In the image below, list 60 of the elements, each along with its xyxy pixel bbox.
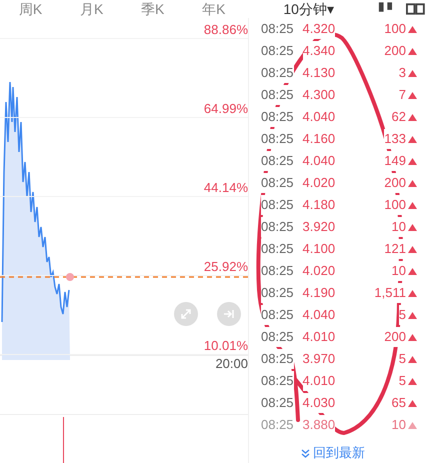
trade-volume: 10: [392, 261, 406, 281]
up-triangle-icon: [408, 158, 417, 164]
up-triangle-icon: [408, 312, 417, 318]
trade-price: 4.030: [302, 393, 336, 413]
trade-time: 08:25: [261, 107, 294, 127]
up-triangle-icon: [408, 26, 417, 32]
up-triangle-icon: [408, 136, 417, 142]
trade-time: 08:25: [261, 129, 294, 149]
price-dot-icon: [66, 273, 74, 281]
trade-time: 08:25: [261, 349, 294, 369]
up-triangle-icon: [408, 268, 417, 274]
arrow-to-end-icon: [223, 308, 235, 320]
up-triangle-icon: [408, 180, 417, 186]
trade-time: 08:25: [261, 63, 294, 83]
trade-time: 08:25: [261, 327, 294, 347]
axis-label: 25.92%: [0, 259, 248, 276]
layout-icon[interactable]: [406, 2, 425, 14]
trade-volume: 10: [392, 217, 406, 237]
up-triangle-icon: [408, 334, 417, 340]
trade-volume: 149: [384, 151, 406, 171]
up-triangle-icon: [408, 48, 417, 54]
up-triangle-icon: [408, 92, 417, 98]
time-axis-label: 20:00: [214, 356, 248, 372]
back-to-latest-button[interactable]: 回到最新: [301, 445, 365, 461]
up-triangle-icon: [408, 378, 417, 384]
up-triangle-icon: [408, 422, 417, 428]
trade-time: 08:25: [261, 195, 294, 215]
period-tab[interactable]: 10分钟▾: [283, 0, 378, 18]
up-triangle-icon: [408, 246, 417, 252]
axis-label: 10.01%: [0, 338, 248, 355]
period-tab[interactable]: 年K: [183, 0, 244, 18]
up-triangle-icon: [408, 224, 417, 230]
double-chevron-icon: [301, 448, 310, 458]
up-triangle-icon: [408, 400, 417, 406]
trade-volume: 121: [384, 239, 406, 259]
trade-volume: 133: [384, 129, 406, 149]
trade-volume: 100: [384, 195, 406, 215]
axis-label: 64.99%: [0, 101, 248, 118]
trade-volume: 200: [384, 327, 406, 347]
trade-volume: 200: [384, 173, 406, 193]
trade-time: 08:25: [261, 217, 294, 237]
trade-time: 08:25: [261, 85, 294, 105]
up-triangle-icon: [408, 114, 417, 120]
trade-time: 08:25: [261, 371, 294, 391]
axis-label: 44.14%: [0, 180, 248, 197]
up-triangle-icon: [408, 202, 417, 208]
trade-time: 08:25: [261, 305, 294, 325]
up-triangle-icon: [408, 290, 417, 296]
up-triangle-icon: [408, 70, 417, 76]
trade-time: 08:25: [261, 173, 294, 193]
trade-time: 08:25: [261, 151, 294, 171]
trade-volume: 1,511: [374, 283, 406, 303]
up-triangle-icon: [408, 356, 417, 362]
axis-label: 88.86%: [0, 22, 248, 39]
candlestick-icon[interactable]: [377, 2, 394, 14]
period-tab[interactable]: 周K: [0, 0, 62, 18]
period-tab[interactable]: 季K: [122, 0, 184, 18]
trade-price: 4.340: [302, 41, 336, 61]
period-tab[interactable]: 月K: [61, 0, 122, 18]
expand-icon: [180, 308, 192, 320]
